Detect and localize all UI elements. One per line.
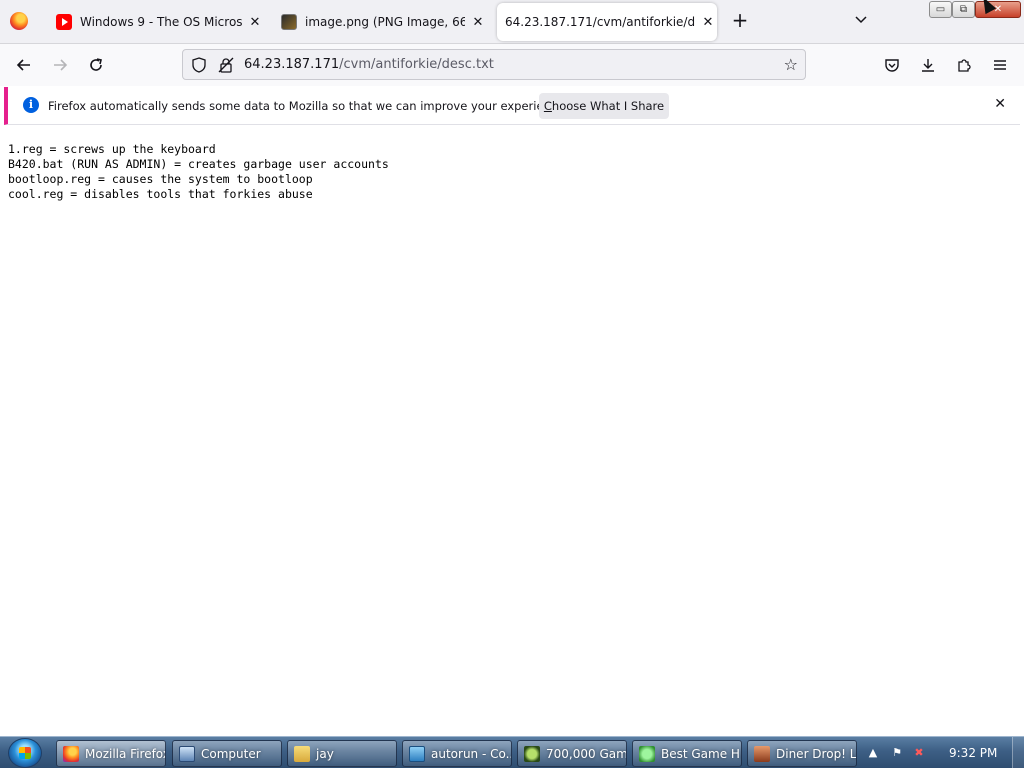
tab-strip: Windows 9 - The OS Microsoft ✕ image.png…	[0, 0, 1024, 44]
tab-close-icon[interactable]: ✕	[699, 13, 717, 31]
taskbar-item-label: Mozilla Firefox	[85, 746, 166, 761]
data-collection-notification: i Firefox automatically sends some data …	[4, 87, 1020, 125]
choose-what-i-share-button[interactable]: Choose What I Share	[539, 93, 669, 119]
tab-windows9[interactable]: Windows 9 - The OS Microsoft ✕	[56, 4, 264, 40]
taskbar-item-label: jay	[316, 746, 334, 761]
list-all-tabs-button[interactable]	[852, 12, 870, 30]
firefox-icon	[63, 745, 79, 762]
page-content: 1.reg = screws up the keyboard B420.bat …	[0, 126, 1024, 736]
text-line: cool.reg = disables tools that forkies a…	[8, 187, 313, 201]
insecure-lock-icon[interactable]	[218, 57, 234, 73]
taskbar-item-autorun[interactable]: autorun - Co...	[402, 740, 512, 767]
show-hidden-icons-icon[interactable]: ▲	[866, 746, 880, 760]
text-line: B420.bat (RUN AS ADMIN) = creates garbag…	[8, 157, 389, 171]
taskbar-item-label: autorun - Co...	[431, 746, 512, 761]
close-notification-icon[interactable]: ✕	[994, 96, 1006, 112]
tab-close-icon[interactable]: ✕	[246, 13, 264, 31]
button-label: hoose What I Share	[551, 99, 665, 113]
minimize-button[interactable]: ▭	[929, 1, 952, 18]
tab-label: Windows 9 - The OS Microsoft	[80, 15, 242, 29]
youtube-icon	[56, 14, 72, 30]
best-game-icon	[639, 745, 655, 762]
taskbar-item-label: Diner Drop! LE	[776, 746, 857, 761]
downloads-button[interactable]	[918, 55, 938, 75]
start-button[interactable]	[8, 738, 42, 768]
windows-taskbar: Mozilla Firefox Computer jay autorun - C…	[0, 736, 1024, 769]
info-icon: i	[23, 97, 39, 113]
reload-icon	[90, 58, 102, 71]
tab-label: 64.23.187.171/cvm/antiforkie/desc.t	[505, 15, 695, 29]
firefox-view-icon[interactable]	[10, 12, 28, 30]
taskbar-item-700000-games[interactable]: 700,000 Gam...	[517, 740, 627, 767]
reload-button[interactable]	[84, 53, 108, 77]
system-tray: ▲ ⚑ ✖ 9:32 PM	[862, 737, 1024, 769]
back-button[interactable]	[12, 53, 36, 77]
chevron-down-icon	[855, 16, 867, 24]
url-host: 64.23.187.171	[244, 57, 340, 72]
pocket-button[interactable]	[882, 55, 902, 75]
clock[interactable]: 9:32 PM	[949, 746, 997, 760]
diner-drop-icon	[754, 745, 770, 762]
arrow-right-icon	[54, 59, 68, 71]
folder-icon	[294, 745, 310, 762]
tab-label: image.png (PNG Image, 669 × 6	[305, 15, 465, 29]
url-path: /cvm/antiforkie/desc.txt	[339, 57, 494, 72]
puzzle-piece-icon	[958, 59, 971, 72]
navigation-bar: 64.23.187.171/cvm/antiforkie/desc.txt ☆	[0, 44, 1024, 86]
maximize-button[interactable]: ⧉	[952, 1, 975, 18]
text-line: 1.reg = screws up the keyboard	[8, 142, 216, 156]
bookmark-star-icon[interactable]: ☆	[784, 55, 798, 74]
taskbar-item-best-game[interactable]: Best Game H...	[632, 740, 742, 767]
url-text[interactable]: 64.23.187.171/cvm/antiforkie/desc.txt	[244, 57, 494, 72]
taskbar-item-label: 700,000 Gam...	[546, 746, 627, 761]
show-desktop-button[interactable]	[1012, 737, 1024, 769]
hamburger-menu-icon	[994, 60, 1006, 70]
arrow-left-icon	[16, 59, 30, 71]
image-icon	[281, 14, 297, 30]
tab-close-icon[interactable]: ✕	[469, 13, 487, 31]
forward-button[interactable]	[48, 53, 72, 77]
taskbar-item-computer[interactable]: Computer	[172, 740, 282, 767]
plain-text-document: 1.reg = screws up the keyboard B420.bat …	[8, 142, 389, 202]
url-bar[interactable]: 64.23.187.171/cvm/antiforkie/desc.txt ☆	[182, 49, 806, 80]
volume-muted-icon[interactable]: ✖	[912, 746, 926, 760]
new-tab-button[interactable]: +	[730, 10, 750, 31]
pocket-icon	[885, 59, 899, 72]
taskbar-item-jay[interactable]: jay	[287, 740, 397, 767]
computer-icon	[179, 745, 195, 762]
tab-desc-txt[interactable]: 64.23.187.171/cvm/antiforkie/desc.t ✕	[497, 3, 717, 41]
tracking-protection-shield-icon[interactable]	[191, 57, 207, 73]
taskbar-item-label: Computer	[201, 746, 261, 761]
action-center-flag-icon[interactable]: ⚑	[890, 746, 904, 760]
autorun-icon	[409, 745, 425, 762]
taskbar-item-diner-drop[interactable]: Diner Drop! LE	[747, 740, 857, 767]
taskbar-item-firefox[interactable]: Mozilla Firefox	[56, 740, 166, 767]
app-menu-button[interactable]	[990, 55, 1010, 75]
notification-message: Firefox automatically sends some data to…	[48, 99, 568, 113]
extensions-button[interactable]	[954, 55, 974, 75]
download-icon	[922, 59, 934, 72]
game-icon	[524, 745, 540, 762]
tab-image-png[interactable]: image.png (PNG Image, 669 × 6 ✕	[281, 4, 487, 40]
button-accel-key: C	[543, 99, 552, 113]
text-line: bootloop.reg = causes the system to boot…	[8, 172, 313, 186]
taskbar-item-label: Best Game H...	[661, 746, 741, 761]
